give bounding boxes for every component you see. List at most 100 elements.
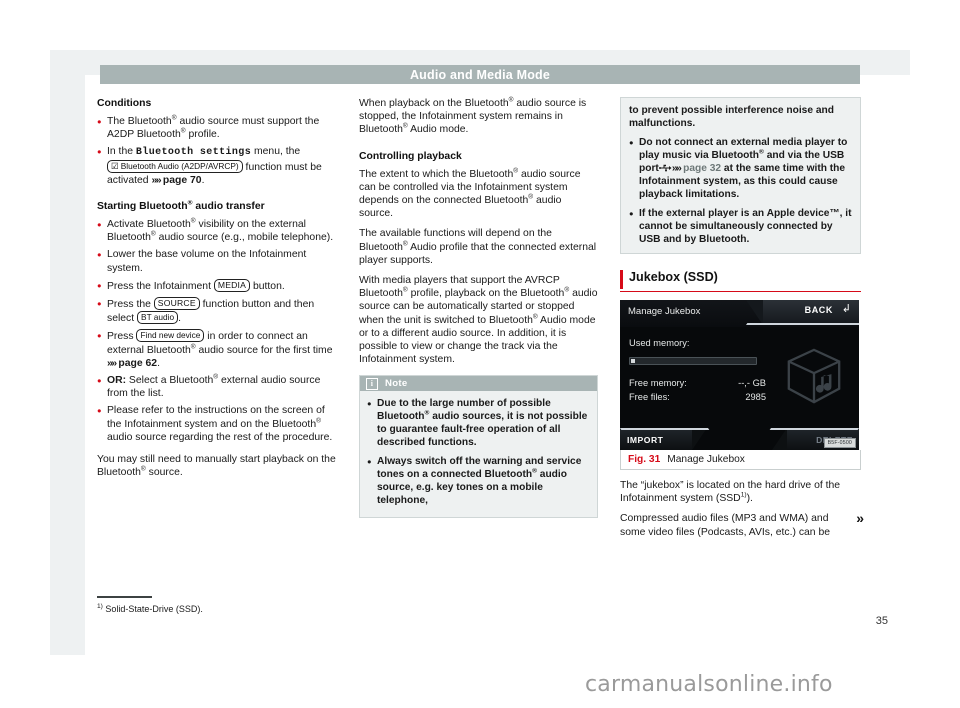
list-item: Please refer to the instructions on the …: [97, 404, 336, 444]
paragraph-text: The “jukebox” is located on the hard dri…: [620, 480, 841, 505]
list-item: In the Bluetooth settings menu, the ☑ Bl…: [97, 145, 336, 187]
continuation-arrow-icon: »: [856, 510, 864, 527]
bullet-text-end: profile.: [185, 129, 220, 141]
menu-name: Bluetooth settings: [135, 147, 252, 159]
list-item: Activate Bluetooth® visibility on the ex…: [97, 218, 336, 244]
cross-reference-icon: »»: [107, 356, 117, 369]
registered-mark: ®: [316, 417, 321, 425]
paragraph-avrcp: With media players that support the AVRC…: [359, 274, 598, 366]
heading-text: Starting Bluetooth: [97, 201, 188, 213]
page-reference[interactable]: page 32: [683, 163, 721, 174]
bullet-text-end: button.: [250, 280, 285, 292]
back-arrow-icon: ↲: [841, 303, 851, 315]
paragraph-text-end: ).: [746, 493, 753, 505]
info-icon: i: [366, 377, 378, 390]
figure-caption-text: Manage Jukebox: [667, 454, 745, 465]
paragraph-text-end: Audio mode.: [407, 124, 469, 136]
bullet-text-end: .: [178, 313, 181, 325]
warning-box-continued: to prevent possible interference noise a…: [620, 97, 861, 254]
paragraph-text: The extent to which the Bluetooth: [359, 168, 514, 180]
footnote-divider: [97, 596, 152, 598]
paragraph-text: You may still need to manually start pla…: [97, 454, 336, 479]
note-box: i Note Due to the large number of possib…: [359, 375, 598, 519]
footnote-marker: 1): [97, 603, 103, 610]
paragraph-text: Compressed audio files (MP3 and WMA) and…: [620, 513, 831, 538]
find-new-device-button[interactable]: Find new device: [136, 329, 205, 343]
back-button-highlight: [746, 323, 859, 325]
back-button-label: BACK: [804, 305, 833, 315]
free-files-value: 2985: [745, 392, 766, 402]
bluetooth-audio-function-button[interactable]: ☑ Bluetooth Audio (A2DP/AVRCP): [107, 159, 243, 173]
music-cube-icon: [787, 348, 841, 404]
paragraph-text-end: source.: [145, 467, 183, 479]
bullet-text: Activate Bluetooth: [107, 219, 191, 231]
list-item: Press the Infotainment MEDIA button.: [97, 278, 336, 293]
bullet-text: Please refer to the instructions on the …: [107, 405, 325, 430]
footnote-text: Solid-State-Drive (SSD).: [105, 604, 203, 614]
used-memory-progress-bar: [629, 357, 757, 365]
free-memory-value: --,- GB: [738, 378, 766, 388]
figure-watermark: B5F-0500: [823, 438, 856, 448]
paragraph-playback-stopped: When playback on the Bluetooth® audio so…: [359, 97, 598, 137]
cross-reference-icon: »»: [151, 173, 161, 186]
bullet-text: In the: [107, 146, 136, 158]
bt-audio-button[interactable]: BT audio: [137, 311, 179, 325]
paragraph-compressed-files: » Compressed audio files (MP3 and WMA) an…: [620, 510, 864, 538]
list-item: Lower the base volume on the Infotainmen…: [97, 248, 336, 274]
screen-title: Manage Jukebox: [628, 306, 701, 317]
paragraph-text-cont: profile, playback on the Bluetooth: [407, 288, 565, 300]
cross-reference-icon: »»: [671, 162, 682, 174]
heading-text-end: audio transfer: [192, 201, 265, 213]
paragraph-extent-control: The extent to which the Bluetooth® audio…: [359, 167, 598, 221]
bullet-text: The Bluetooth: [107, 116, 172, 127]
source-button-label: SOURCE: [157, 298, 196, 309]
bullet-text-cont: menu, the: [251, 146, 301, 158]
site-watermark: carmanualsonline.info: [585, 672, 833, 697]
find-new-device-label: Find new device: [140, 330, 201, 341]
note-header: i Note: [360, 376, 597, 392]
section-title-jukebox: Jukebox (SSD): [620, 270, 861, 289]
page-reference[interactable]: page 62: [118, 358, 157, 369]
section-rule: [620, 291, 861, 292]
bullet-text: Press: [107, 331, 137, 343]
bullet-text: Select a Bluetooth: [126, 375, 214, 387]
list-item: The Bluetooth® audio source must support…: [97, 115, 336, 141]
infotainment-screen-image: Manage Jukebox BACK ↲ Used memory: Free …: [620, 300, 859, 450]
function-button-label: Bluetooth Audio (A2DP/AVRCP): [120, 160, 239, 171]
bullet-text: If the external player is an Apple devic…: [639, 208, 852, 245]
heading-starting-bluetooth: Starting Bluetooth® audio transfer: [97, 200, 336, 213]
heading-conditions: Conditions: [97, 98, 152, 109]
list-item: Due to the large number of possible Blue…: [367, 397, 590, 449]
footnote: 1) Solid-State-Drive (SSD).: [97, 596, 397, 614]
page-header-title: Audio and Media Mode: [409, 67, 551, 82]
page-reference[interactable]: page 70: [163, 175, 202, 186]
source-button[interactable]: SOURCE: [153, 297, 200, 311]
bullet-text-end: audio source regarding the rest of the p…: [107, 431, 333, 443]
bullet-text-end: .: [201, 174, 205, 186]
list-item: If the external player is an Apple devic…: [629, 207, 852, 246]
free-memory-label: Free memory:: [629, 378, 687, 388]
list-item: Press Find new device in order to connec…: [97, 329, 336, 370]
paragraph-text: When playback on the Bluetooth: [359, 98, 509, 109]
checkbox-icon: ☑: [111, 160, 119, 171]
column-left: Conditions The Bluetooth® audio source m…: [97, 97, 336, 486]
note-body: Due to the large number of possible Blue…: [360, 391, 597, 517]
content-columns: Conditions The Bluetooth® audio source m…: [97, 97, 864, 577]
column-right: to prevent possible interference noise a…: [620, 97, 864, 546]
media-button[interactable]: MEDIA: [213, 278, 251, 292]
bullet-text-end: .: [157, 357, 160, 369]
paragraph-available-functions: The available functions will depend on t…: [359, 227, 598, 267]
bullet-prefix: OR:: [107, 375, 127, 387]
figure-caption: Fig. 31 Manage Jukebox: [620, 450, 861, 470]
page-number: 35: [875, 615, 888, 627]
import-button-highlight: [620, 428, 710, 430]
warning-paragraph-continued: to prevent possible interference noise a…: [629, 105, 834, 129]
figure-number: Fig. 31: [628, 454, 661, 465]
bullet-text: Press the: [107, 299, 154, 311]
delete-button-highlight: [769, 428, 859, 430]
list-item: Always switch off the warning and servic…: [367, 455, 590, 507]
list-item: Press the SOURCE function button and the…: [97, 297, 336, 325]
usb-port-icon: [658, 164, 672, 172]
page-header-bar: Audio and Media Mode: [100, 65, 860, 84]
list-item: Do not connect an external media player …: [629, 136, 852, 201]
